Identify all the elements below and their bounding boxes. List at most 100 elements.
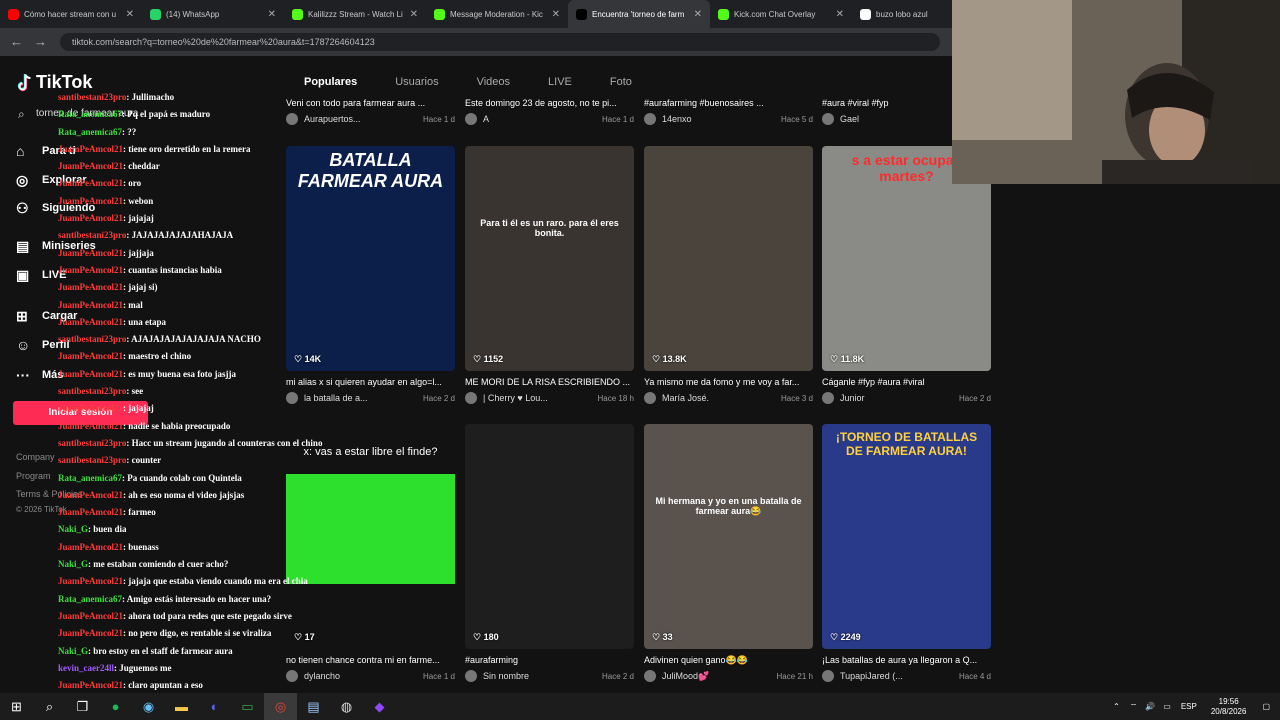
sidebar-item-m-s[interactable]: ··· Más — [16, 366, 63, 384]
video-caption: #aurafarming #buenosaires ... — [644, 98, 764, 108]
chat-message: JuamPeAmcol21: ah es eso noma el video j… — [58, 487, 298, 504]
chat-text: jajaj si) — [128, 282, 158, 293]
obs-icon[interactable]: ◍ — [330, 693, 363, 720]
tab-foto[interactable]: Foto — [610, 76, 632, 88]
video-time: Hace 21 h — [776, 671, 813, 681]
chat-message: Rata_anemica67: Pa cuando colab con Quin… — [58, 470, 298, 487]
tab-favicon-icon — [434, 8, 445, 20]
steam-icon[interactable]: ◉ — [132, 693, 165, 720]
twitch-icon[interactable]: ◆ — [363, 693, 396, 720]
video-thumbnail[interactable]: ¡TORNEO DE BATALLAS DE FARMEAR AURA! ♡ 22… — [822, 424, 991, 649]
close-icon[interactable]: ✕ — [694, 9, 702, 20]
avatar[interactable] — [822, 670, 834, 682]
video-author[interactable]: la batalla de a... — [304, 393, 423, 403]
video-author[interactable]: dylancho — [304, 671, 423, 681]
chat-text: AJAJAJAJAJAJAJAJA NACHO — [131, 334, 261, 345]
forward-icon[interactable]: → — [34, 34, 47, 49]
video-author[interactable]: Aurapuertos... — [304, 114, 423, 124]
like-value: 13.8K — [662, 354, 687, 364]
url-field[interactable]: tiktok.com/search?q=torneo%20de%20farmea… — [60, 33, 940, 51]
chat-message: JuamPeAmcol21: ahora tod para redes que … — [58, 608, 298, 625]
volume-icon[interactable]: 🔊 — [1145, 702, 1155, 711]
files-icon[interactable]: ▬ — [165, 693, 198, 720]
tab-live[interactable]: LIVE — [548, 76, 572, 88]
video-thumbnail[interactable]: ♡ 180 — [465, 424, 634, 649]
avatar[interactable] — [465, 670, 477, 682]
chat-username: JuamPeAmcol21 — [58, 213, 123, 224]
tab-usuarios[interactable]: Usuarios — [395, 76, 438, 88]
avatar[interactable] — [822, 392, 834, 404]
chat-message: JuamPeAmcol21: jajajaj — [58, 400, 298, 417]
avatar[interactable] — [822, 113, 834, 125]
video-author[interactable]: Sin nombre — [483, 671, 602, 681]
tab-videos[interactable]: Videos — [477, 76, 510, 88]
close-icon[interactable]: ✕ — [410, 9, 418, 20]
close-icon[interactable]: ✕ — [552, 9, 560, 20]
close-icon[interactable]: ✕ — [268, 9, 276, 20]
video-thumbnail[interactable]: ♡ 13.8K — [644, 146, 813, 371]
browser-tab[interactable]: Cómo hacer stream con u ✕ — [0, 0, 142, 28]
browser-tab-title: (14) WhatsApp — [166, 9, 220, 19]
following-icon: ⚇ — [16, 199, 29, 216]
video-thumbnail[interactable]: x: vas a estar libre el finde? ♡ 17 — [286, 424, 455, 649]
chat-text: Jullimacho — [131, 92, 175, 102]
chat-message: JuamPeAmcol21: farmeo — [58, 504, 298, 521]
taskview-icon[interactable]: ❐ — [66, 693, 99, 720]
chat-text: ?? — [127, 126, 137, 137]
chat-text: no pero digo, es rentable si se viraliza — [128, 628, 272, 639]
clock[interactable]: 19:56 20/8/2026 — [1211, 697, 1247, 717]
video-author[interactable]: Junior — [840, 393, 959, 403]
avatar[interactable] — [644, 113, 656, 125]
back-icon[interactable]: ← — [10, 34, 23, 49]
chat-text: Pq el papá es maduro — [127, 109, 211, 120]
discord-icon[interactable]: ◐ — [198, 693, 231, 720]
chat-username: santibestani23pro — [58, 386, 127, 397]
language-indicator[interactable]: ESP — [1181, 702, 1197, 711]
battery-icon[interactable]: ▭ — [1163, 702, 1171, 711]
wifi-icon[interactable]: ⌔ — [1130, 702, 1138, 712]
browser-tab[interactable]: Kick.com Chat Overlay ✕ — [710, 0, 852, 28]
browser-tab[interactable]: Message Moderation - Kic ✕ — [426, 0, 568, 28]
tab-favicon-icon — [292, 8, 303, 20]
video-caption: no tienen chance contra mi en farme... — [286, 655, 440, 665]
browser-tab-title: Kalilizzz Stream - Watch Li — [308, 9, 403, 19]
upload-icon: ⊞ — [16, 307, 28, 324]
browser-tab[interactable]: (14) WhatsApp ✕ — [142, 0, 284, 28]
like-value: 2249 — [840, 632, 861, 642]
avatar[interactable] — [465, 113, 477, 125]
video-author[interactable]: | Cherry ♥ Lou... — [483, 393, 598, 403]
tab-populares[interactable]: Populares — [304, 76, 357, 88]
chat-text: me estaban comiendo el cuer acho? — [93, 559, 229, 570]
webcam-overlay — [952, 0, 1280, 184]
avatar[interactable] — [465, 392, 477, 404]
notifications-icon[interactable]: ▢ — [1262, 702, 1270, 711]
video-author[interactable]: María José. — [662, 393, 781, 403]
notepad-icon[interactable]: ▤ — [297, 693, 330, 720]
close-icon[interactable]: ✕ — [126, 9, 134, 20]
footer-company[interactable]: Company — [16, 452, 55, 462]
terminal-icon[interactable]: ▭ — [231, 693, 264, 720]
close-icon[interactable]: ✕ — [836, 9, 844, 20]
chevron-up-icon[interactable]: ⌃ — [1113, 702, 1120, 711]
video-thumbnail[interactable]: BATALLA FARMEAR AURA ♡ 14K — [286, 146, 455, 371]
chat-username: Rata_anemica67 — [58, 472, 122, 483]
browser-tab[interactable]: Kalilizzz Stream - Watch Li ✕ — [284, 0, 426, 28]
chat-text: maestro el chino — [128, 351, 192, 362]
video-author[interactable]: TupapiJared (... — [840, 671, 959, 681]
chat-username: JuamPeAmcol21 — [58, 610, 123, 621]
avatar[interactable] — [644, 670, 656, 682]
video-thumbnail[interactable]: Para ti él es un raro. para él eres boni… — [465, 146, 634, 371]
avatar[interactable] — [644, 392, 656, 404]
video-author[interactable]: A — [483, 114, 602, 124]
footer-program[interactable]: Program — [16, 471, 51, 481]
video-author[interactable]: 14enxo — [662, 114, 781, 124]
chrome-icon[interactable]: ◎ — [264, 693, 297, 720]
video-thumbnail[interactable]: Mi hermana y yo en una batalla de farmea… — [644, 424, 813, 649]
windows-icon[interactable]: ⊞ — [0, 693, 33, 720]
search-icon[interactable]: ⌕ — [33, 693, 66, 720]
heart-icon: ♡ — [830, 632, 841, 642]
video-author[interactable]: JuliMood💕 — [662, 671, 777, 682]
browser-tab[interactable]: Encuentra 'torneo de farm ✕ — [568, 0, 710, 28]
chat-username: JuamPeAmcol21 — [58, 420, 123, 431]
spotify-icon[interactable]: ● — [99, 693, 132, 720]
